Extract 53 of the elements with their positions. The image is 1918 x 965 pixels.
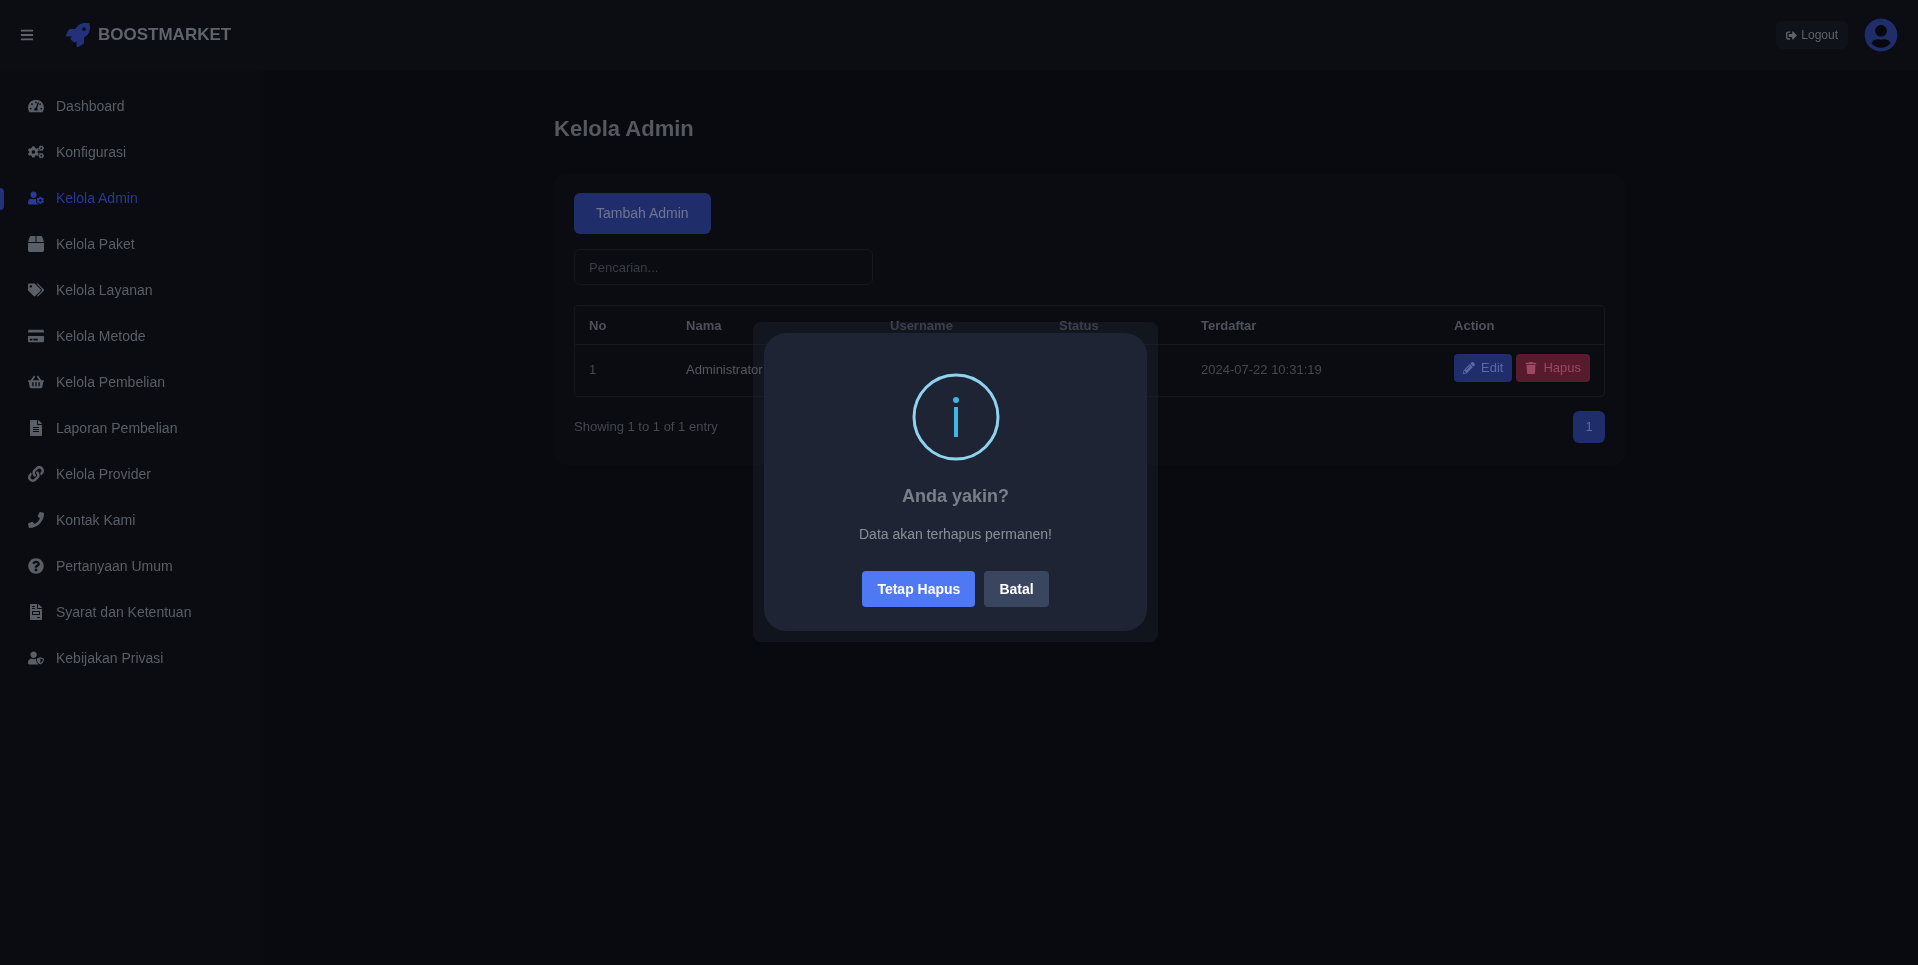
sidebar-item[interactable]: Kebijakan Privasi [0,647,164,669]
sidebar-item[interactable]: Kelola Admin [0,187,138,209]
box-icon [28,236,44,252]
card-icon [28,328,44,344]
confirm-button[interactable]: Tetap Hapus [862,571,976,607]
sidebar-item[interactable]: Kelola Layanan [0,279,153,301]
menu-icon[interactable] [20,28,34,42]
brand-name: BOOSTMARKET [98,24,232,47]
sidebar-item[interactable]: Kelola Pembelian [0,371,165,393]
sidebar-item[interactable]: Kelola Provider [0,463,151,485]
gauge-icon [28,98,44,114]
page-button[interactable]: 1 [1573,411,1605,443]
sidebar-item[interactable]: Laporan Pembelian [0,417,178,439]
table-cell: Administrator [686,362,763,377]
gears-icon [28,144,44,160]
link-icon [28,466,44,482]
tags-icon [28,282,44,298]
dialog-title: Anda yakin? [902,485,1010,508]
column-header: Action [1454,318,1495,333]
column-header: Status [1059,318,1099,333]
sidebar-item[interactable]: Konfigurasi [0,141,127,163]
column-header: No [589,318,607,333]
logout-icon [1786,29,1798,41]
rocket-icon [66,23,90,47]
table-cell: 2024-07-22 10:31:19 [1201,362,1322,377]
logout-button[interactable]: Logout [1776,21,1848,49]
user-shield-icon [28,650,44,666]
cancel-button[interactable]: Batal [984,571,1049,607]
question-icon [28,558,44,574]
sidebar-item[interactable]: Kelola Metode [0,325,146,347]
table-cell: 1 [589,362,597,377]
sidebar-item[interactable]: Syarat dan Ketentuan [0,601,192,623]
pencil-icon [1463,362,1475,374]
info-icon [911,373,1000,461]
sidebar-item[interactable]: Kontak Kami [0,509,136,531]
document-icon [28,420,44,436]
sidebar-item[interactable]: Pertanyaan Umum [0,555,173,577]
delete-button[interactable]: Hapus [1516,354,1590,382]
column-header: Nama [686,318,722,333]
edit-button[interactable]: Edit [1454,354,1513,382]
sidebar-item[interactable]: Dashboard [0,95,125,117]
document-icon [28,604,44,620]
basket-icon [28,374,44,390]
user-gear-icon [28,190,44,206]
dialog-message: Data akan terhapus permanen! [859,525,1052,544]
sidebar-item[interactable]: Kelola Paket [0,233,135,255]
add-admin-button[interactable]: Tambah Admin [574,193,711,234]
entries-info: Showing 1 to 1 of 1 entry [574,418,718,437]
column-header: Username [890,318,953,333]
trash-icon [1525,362,1538,374]
page-title: Kelola Admin [554,115,695,143]
column-header: Terdaftar [1201,318,1257,333]
phone-icon [28,512,44,528]
